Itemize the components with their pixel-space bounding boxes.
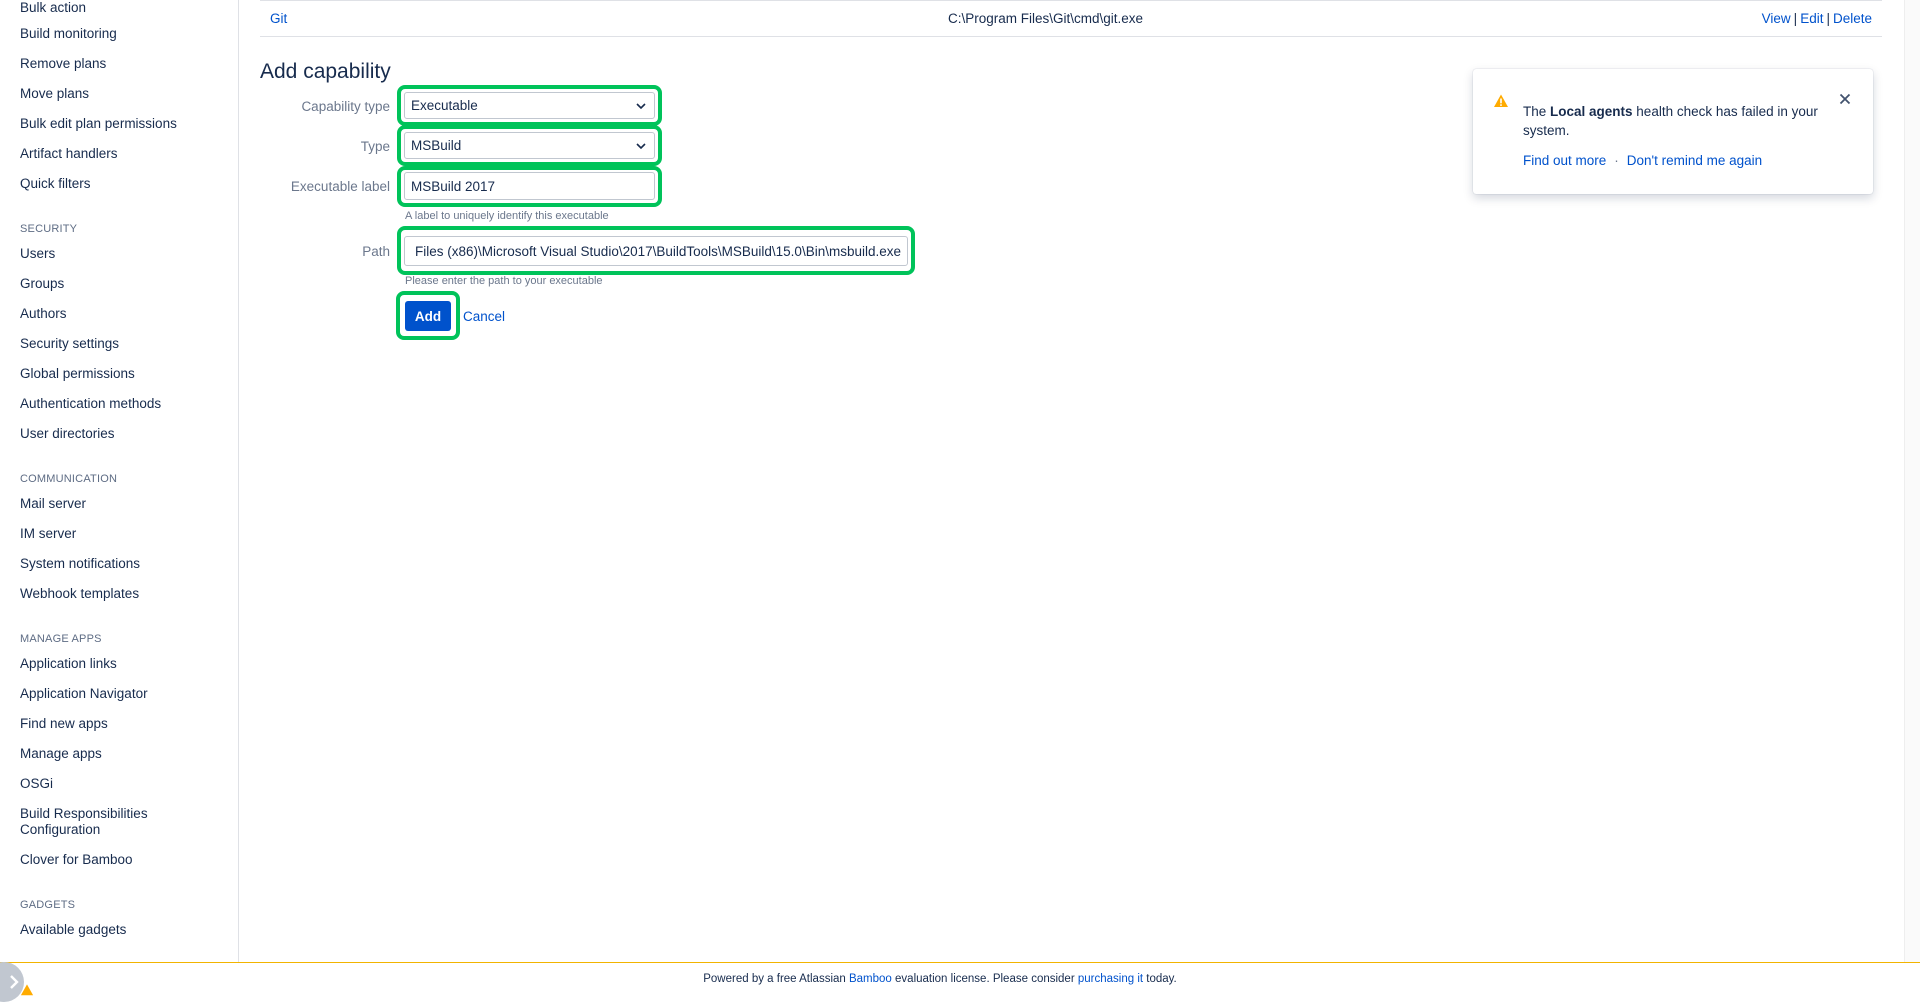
cancel-link[interactable]: Cancel <box>463 309 505 324</box>
sidebar-item-move-plans[interactable]: Move plans <box>20 86 89 102</box>
sidebar-item-mail-server[interactable]: Mail server <box>20 496 86 512</box>
flag-text-prefix: The <box>1523 104 1551 119</box>
sidebar-item-authors[interactable]: Authors <box>20 306 67 322</box>
sidebar-heading-gadgets: GADGETS <box>20 899 76 911</box>
footer-prefix: Powered by a free Atlassian <box>703 973 849 985</box>
form-title: Add capability <box>260 60 391 83</box>
executable-label-value: MSBuild 2017 <box>411 178 496 194</box>
sidebar-item-bulk-edit-plan-permissions[interactable]: Bulk edit plan permissions <box>20 116 177 132</box>
type-select[interactable]: MSBuild <box>404 132 655 159</box>
bamboo-link[interactable]: Bamboo <box>849 973 892 985</box>
sidebar-item-available-gadgets[interactable]: Available gadgets <box>20 922 126 938</box>
sidebar-item-osgi[interactable]: OSGi <box>20 776 53 792</box>
path-label: Path <box>362 244 390 259</box>
capability-type-select[interactable]: Executable <box>404 92 655 119</box>
sidebar-item-im-server[interactable]: IM server <box>20 526 76 542</box>
separator: | <box>1793 11 1798 26</box>
sidebar-heading-communication: COMMUNICATION <box>20 473 118 485</box>
flag-actions: Find out more · Don't remind me again <box>1523 153 1762 168</box>
close-icon[interactable] <box>1837 91 1853 107</box>
flag-message: The Local agents health check has failed… <box>1523 102 1823 140</box>
sidebar-item-find-new-apps[interactable]: Find new apps <box>20 716 108 732</box>
health-check-flag: The Local agents health check has failed… <box>1473 69 1873 194</box>
separator-dot: · <box>1614 153 1619 168</box>
path-input[interactable]: C:\Program Files (x86)\Microsoft Visual … <box>404 236 908 266</box>
view-link[interactable]: View <box>1762 11 1791 26</box>
executable-label-label: Executable label <box>290 179 390 194</box>
separator: | <box>1826 11 1830 26</box>
type-value: MSBuild <box>411 138 462 153</box>
flag-text-bold: Local agents <box>1550 104 1633 119</box>
path-description: Please enter the path to your executable <box>405 275 603 287</box>
sidebar-item-system-notifications[interactable]: System notifications <box>20 556 140 572</box>
path-value: C:\Program Files (x86)\Microsoft Visual … <box>411 244 901 259</box>
edit-link[interactable]: Edit <box>1800 11 1823 26</box>
sidebar-item-artifact-handlers[interactable]: Artifact handlers <box>20 146 118 162</box>
sidebar-item-build-responsibilities[interactable]: Build Responsibilities Configuration <box>20 806 220 838</box>
sidebar-item-bulk-action[interactable]: Bulk action <box>20 0 86 16</box>
footer-suffix: today. <box>1143 973 1177 985</box>
sidebar-item-manage-apps[interactable]: Manage apps <box>20 746 102 762</box>
dont-remind-link[interactable]: Don't remind me again <box>1627 153 1762 168</box>
sidebar-item-global-permissions[interactable]: Global permissions <box>20 366 135 382</box>
executable-label-input[interactable]: MSBuild 2017 <box>404 172 655 200</box>
executable-label-description: A label to uniquely identify this execut… <box>405 210 609 222</box>
chevron-down-icon <box>636 102 646 109</box>
sidebar-item-quick-filters[interactable]: Quick filters <box>20 176 91 192</box>
footer: Powered by a free Atlassian Bamboo evalu… <box>0 962 1920 996</box>
find-out-more-link[interactable]: Find out more <box>1523 153 1606 168</box>
sidebar-item-security-settings[interactable]: Security settings <box>20 336 119 352</box>
capability-type-label: Capability type <box>301 99 390 114</box>
delete-link[interactable]: Delete <box>1833 11 1872 26</box>
vertical-scrollbar[interactable] <box>1904 0 1920 995</box>
capability-table-row: Git C:\Program Files\Git\cmd\git.exe Vie… <box>260 0 1882 37</box>
capability-name-link[interactable]: Git <box>270 11 287 26</box>
warning-icon <box>1494 94 1508 107</box>
sidebar-item-clover-for-bamboo[interactable]: Clover for Bamboo <box>20 852 133 868</box>
add-button[interactable]: Add <box>405 301 451 331</box>
footer-middle: evaluation license. Please consider <box>891 973 1078 985</box>
capability-path: C:\Program Files\Git\cmd\git.exe <box>948 11 1144 26</box>
sidebar-item-users[interactable]: Users <box>20 246 55 262</box>
sidebar-item-application-navigator[interactable]: Application Navigator <box>20 686 148 702</box>
sidebar-item-authentication-methods[interactable]: Authentication methods <box>20 396 161 412</box>
capability-type-value: Executable <box>411 98 478 113</box>
sidebar-item-build-monitoring[interactable]: Build monitoring <box>20 26 117 42</box>
sidebar-heading-security: SECURITY <box>20 223 78 235</box>
type-label: Type <box>360 139 390 154</box>
sidebar-item-application-links[interactable]: Application links <box>20 656 117 672</box>
sidebar-item-webhook-templates[interactable]: Webhook templates <box>20 586 139 602</box>
capability-operations: View | Edit | Delete <box>1762 11 1872 26</box>
sidebar-item-user-directories[interactable]: User directories <box>20 426 115 442</box>
chevron-down-icon <box>636 142 646 149</box>
sidebar-item-groups[interactable]: Groups <box>20 276 64 292</box>
sidebar-item-remove-plans[interactable]: Remove plans <box>20 56 106 72</box>
path-value-text: C:\Program Files (x86)\Microsoft Visual … <box>411 243 901 259</box>
purchasing-link[interactable]: purchasing it <box>1078 973 1143 985</box>
footer-text: Powered by a free Atlassian Bamboo evalu… <box>0 973 1880 985</box>
sidebar-heading-manage-apps: MANAGE APPS <box>20 633 102 645</box>
admin-sidebar: Bulk action Build monitoring Remove plan… <box>0 0 239 962</box>
